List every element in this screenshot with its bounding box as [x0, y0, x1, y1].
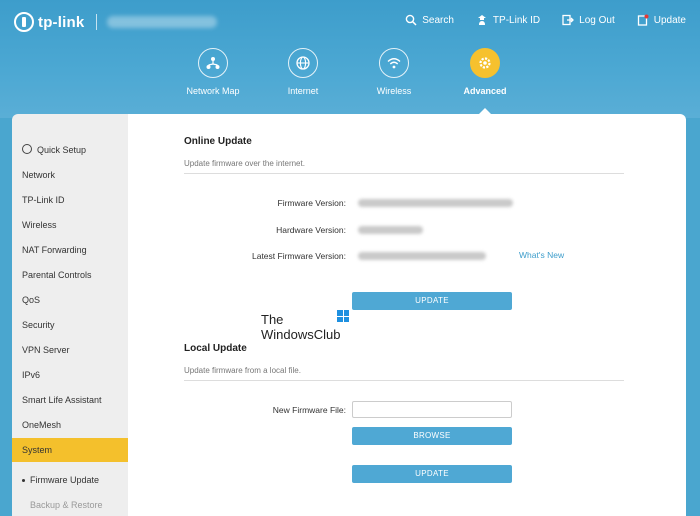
- sidebar-item-label: Network: [22, 170, 56, 180]
- tab-internet[interactable]: Internet: [263, 48, 343, 96]
- watermark-line-1: The: [261, 312, 284, 327]
- log-out-link[interactable]: Log Out: [562, 14, 615, 26]
- windows-logo-icon: [337, 310, 349, 322]
- sidebar-item-label: Wireless: [22, 220, 57, 230]
- sidebar-item-wireless[interactable]: Wireless: [12, 213, 128, 237]
- update-link[interactable]: Update: [637, 14, 686, 26]
- header-links: Search TP-Link ID Log Out Update: [405, 14, 686, 26]
- sidebar-item-security[interactable]: Security: [12, 313, 128, 337]
- local-update-button[interactable]: UPDATE: [352, 465, 512, 483]
- bullet-icon: [22, 479, 25, 483]
- search-link[interactable]: Search: [405, 14, 454, 26]
- main-panel: Online Update Update firmware over the i…: [128, 114, 686, 516]
- tab-network-map[interactable]: Network Map: [173, 48, 253, 96]
- search-icon: [405, 14, 417, 26]
- update-icon: [637, 14, 649, 26]
- sidebar-item-tp-link-id[interactable]: TP-Link ID: [12, 188, 128, 212]
- online-update-title: Online Update: [184, 136, 252, 147]
- tab-wireless-label: Wireless: [376, 86, 412, 96]
- wifi-icon: [379, 48, 409, 78]
- hardware-version-label: Hardware Version:: [276, 225, 346, 235]
- main-nav: Network Map Internet Wireless Advanced: [0, 48, 700, 108]
- online-update-button[interactable]: UPDATE: [352, 292, 512, 310]
- sidebar-item-label: Quick Setup: [37, 145, 87, 155]
- logo-divider: [96, 14, 98, 30]
- tp-link-logo[interactable]: tp-link: [14, 12, 218, 32]
- firmware-file-input[interactable]: [352, 401, 512, 418]
- search-label: Search: [422, 14, 454, 26]
- sidebar-item-label: Smart Life Assistant: [22, 395, 102, 405]
- watermark-line-2: WindowsClub: [261, 327, 341, 342]
- sidebar-item-smart-life-assistant[interactable]: Smart Life Assistant: [12, 388, 128, 412]
- sidebar-item-parental-controls[interactable]: Parental Controls: [12, 263, 128, 287]
- tab-advanced[interactable]: Advanced: [445, 48, 525, 96]
- sidebar-item-label: OneMesh: [22, 420, 62, 430]
- sidebar-item-label: TP-Link ID: [22, 195, 65, 205]
- tab-network-map-label: Network Map: [186, 86, 240, 96]
- tp-link-logo-icon: [14, 12, 34, 32]
- online-update-description: Update firmware over the internet.: [184, 159, 305, 168]
- gear-icon: [470, 48, 500, 78]
- sidebar-item-qos[interactable]: QoS: [12, 288, 128, 312]
- tab-internet-label: Internet: [287, 86, 319, 96]
- tp-link-id-label: TP-Link ID: [492, 14, 541, 26]
- sidebar-item-quick-setup[interactable]: Quick Setup: [12, 138, 128, 162]
- sidebar-item-onemesh[interactable]: OneMesh: [12, 413, 128, 437]
- firmware-version-value-blurred: [358, 199, 513, 207]
- new-firmware-file-label: New Firmware File:: [272, 405, 346, 415]
- sidebar: Quick Setup Network TP-Link ID Wireless …: [12, 114, 128, 516]
- quick-setup-icon: [22, 144, 32, 154]
- divider: [184, 173, 624, 174]
- sidebar-item-label: System: [22, 445, 53, 455]
- sidebar-item-network[interactable]: Network: [12, 163, 128, 187]
- sidebar-item-label: QoS: [22, 295, 41, 305]
- sidebar-item-label: Firmware Update: [30, 475, 100, 485]
- latest-firmware-version-value-blurred: [358, 252, 486, 260]
- latest-firmware-version-label: Latest Firmware Version:: [251, 251, 346, 261]
- sidebar-subitem-backup-restore[interactable]: Backup & Restore: [12, 493, 128, 516]
- hardware-version-value-blurred: [358, 226, 423, 234]
- sidebar-item-system[interactable]: System: [12, 438, 128, 462]
- whats-new-link[interactable]: What's New: [519, 250, 564, 260]
- logo-text: tp-link: [38, 13, 85, 31]
- top-header: tp-link Search TP-Link ID Log Out Update…: [0, 0, 700, 118]
- firmware-version-label: Firmware Version:: [277, 198, 347, 208]
- sidebar-item-label: NAT Forwarding: [22, 245, 87, 255]
- user-icon: [477, 15, 486, 25]
- sidebar-item-label: Parental Controls: [22, 270, 92, 280]
- watermark: The WindowsClub: [261, 312, 340, 342]
- sidebar-item-label: VPN Server: [22, 345, 70, 355]
- sidebar-item-vpn-server[interactable]: VPN Server: [12, 338, 128, 362]
- sidebar-item-label: IPv6: [22, 370, 41, 380]
- update-label: Update: [653, 14, 686, 26]
- sidebar-item-ipv6[interactable]: IPv6: [12, 363, 128, 387]
- sidebar-item-label: Backup & Restore: [30, 500, 103, 510]
- sidebar-item-nat-forwarding[interactable]: NAT Forwarding: [12, 238, 128, 262]
- model-name-blurred: [107, 16, 218, 28]
- tp-link-id-link[interactable]: TP-Link ID: [476, 14, 540, 26]
- log-out-label: Log Out: [579, 14, 615, 26]
- network-map-icon: [198, 48, 228, 78]
- local-update-description: Update firmware from a local file.: [184, 366, 301, 375]
- local-update-title: Local Update: [184, 343, 247, 354]
- logout-icon: [562, 14, 575, 26]
- globe-icon: [288, 48, 318, 78]
- sidebar-item-label: Security: [22, 320, 55, 330]
- divider: [184, 380, 624, 381]
- sidebar-subitem-firmware-update[interactable]: Firmware Update: [12, 468, 128, 492]
- browse-button[interactable]: BROWSE: [352, 427, 512, 445]
- tab-advanced-label: Advanced: [463, 86, 507, 96]
- tab-wireless[interactable]: Wireless: [354, 48, 434, 96]
